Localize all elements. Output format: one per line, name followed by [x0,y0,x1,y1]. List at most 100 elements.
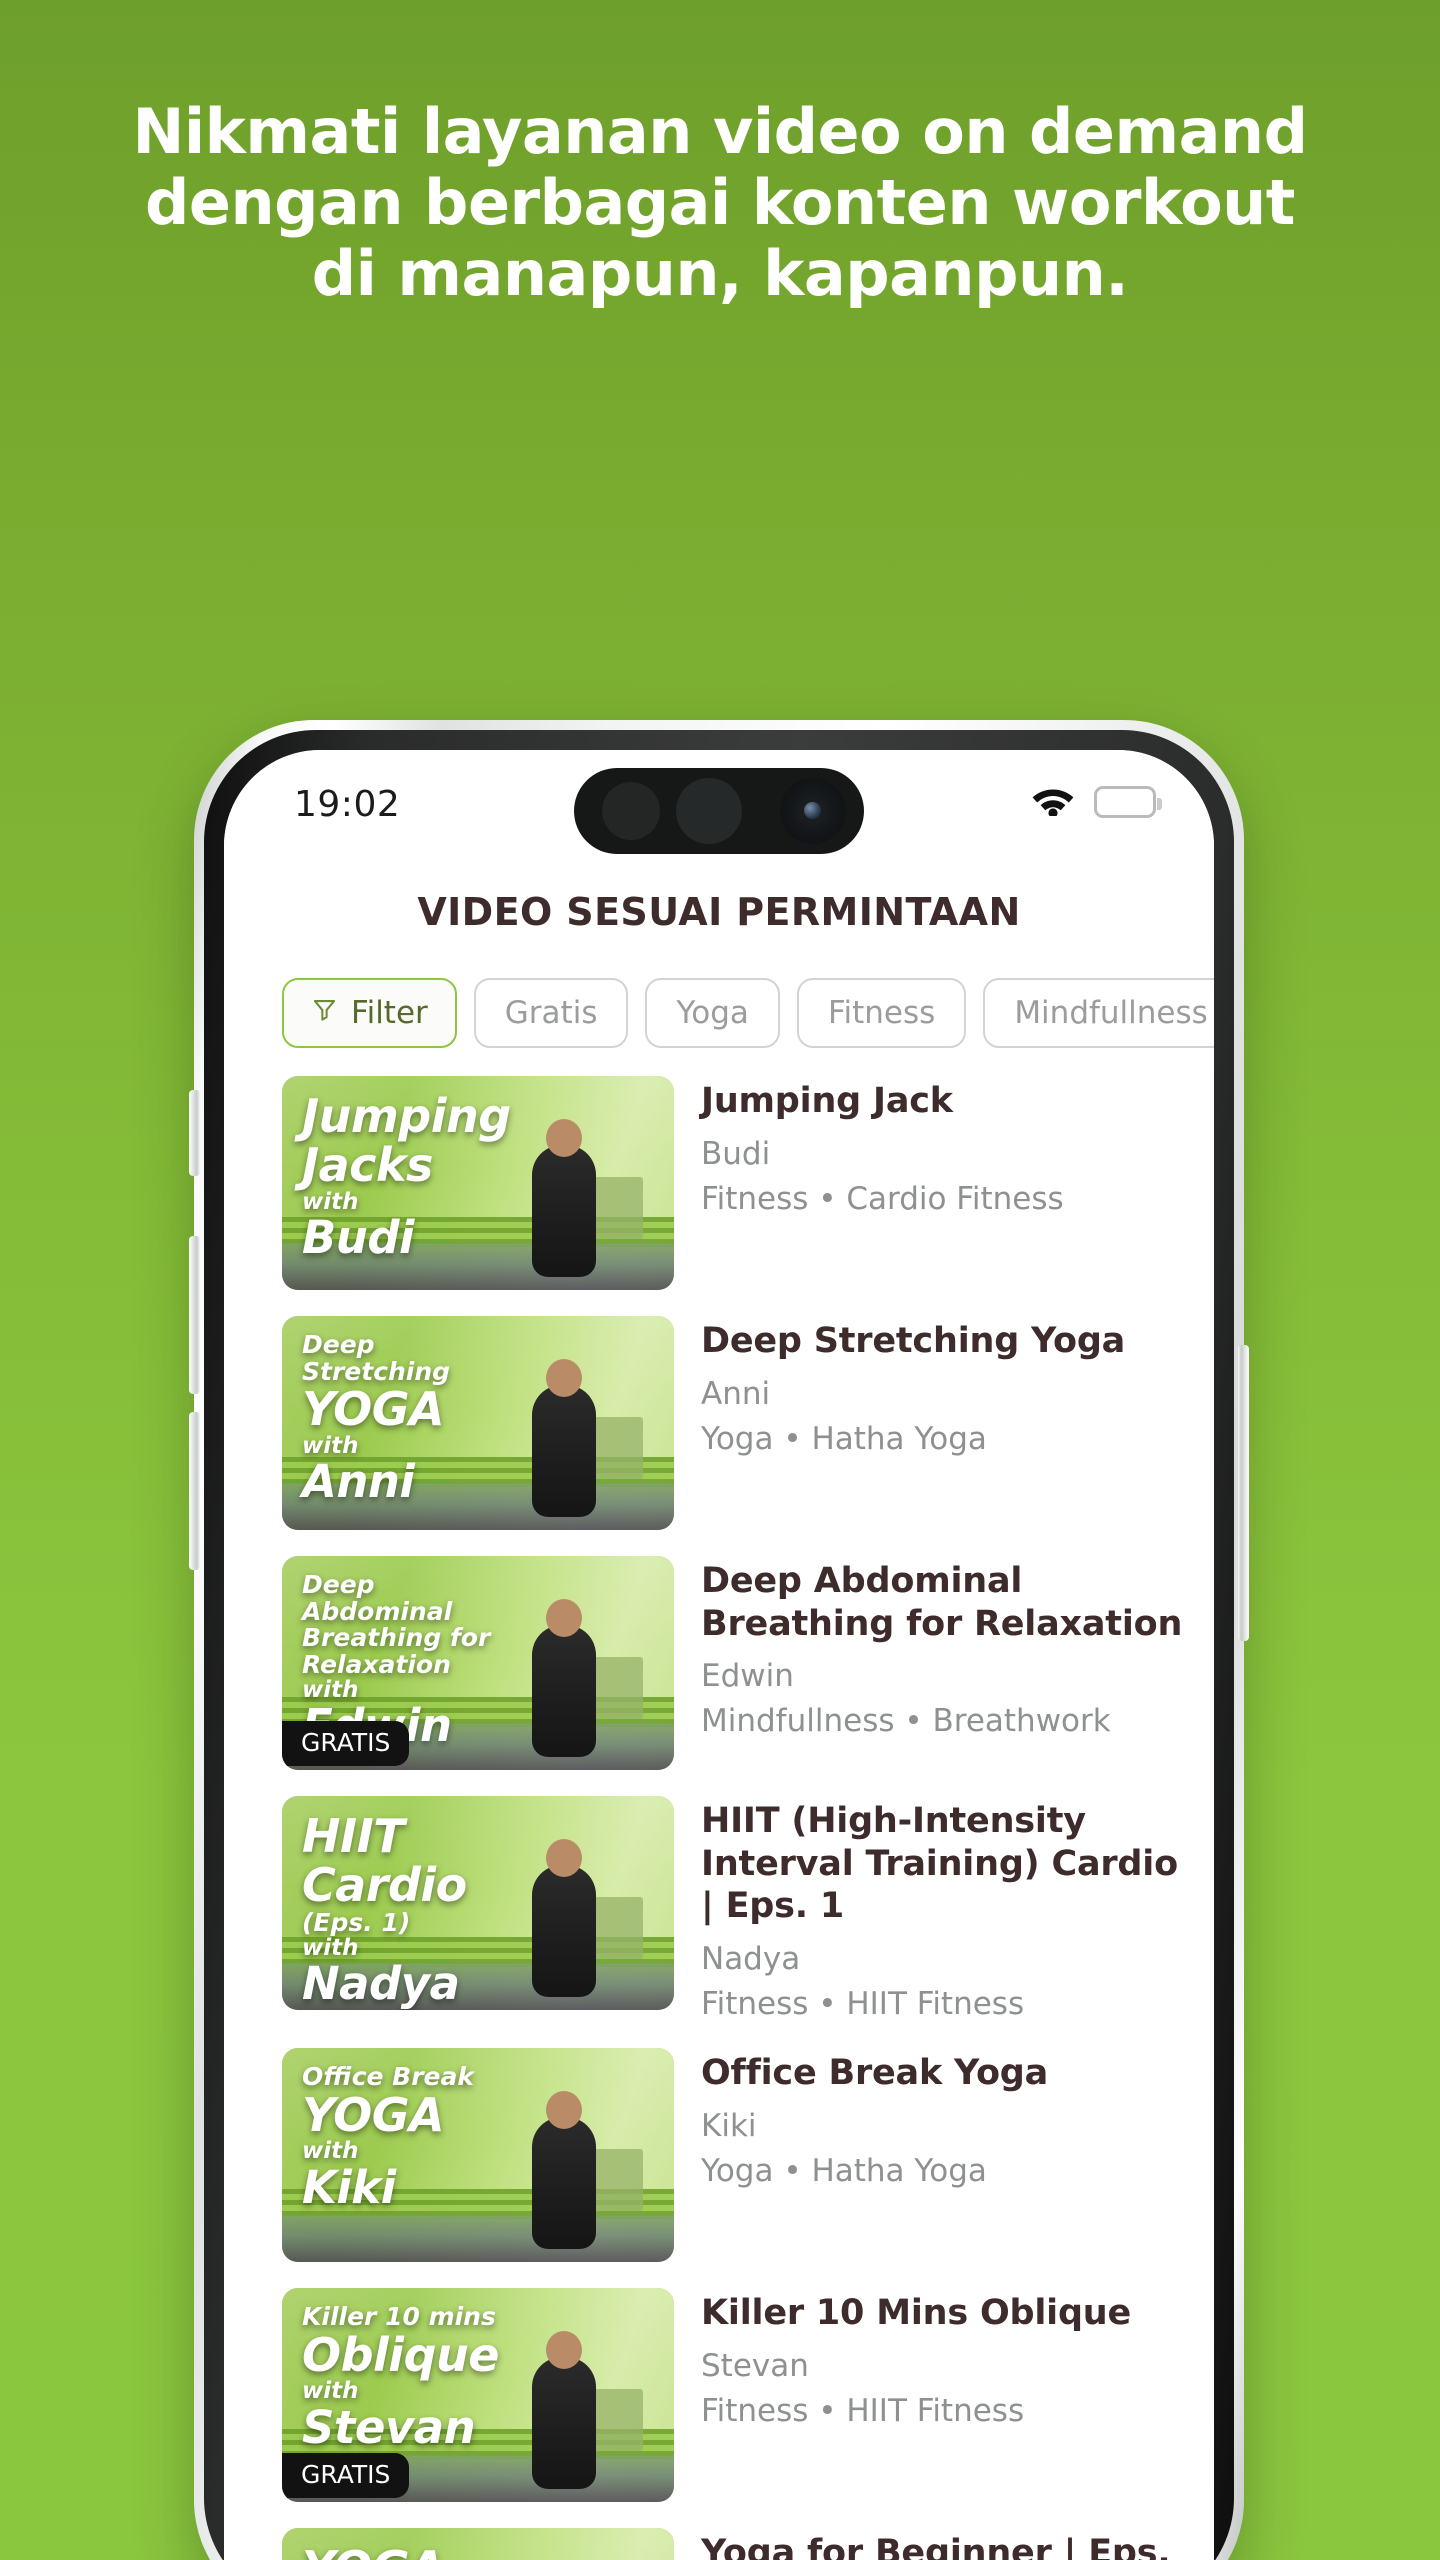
video-meta: HIIT (High-Intensity Interval Training) … [701,1796,1214,2022]
video-title: Jumping Jack [701,1081,953,1121]
thumbnail-caption-line2: Jacks [302,1137,433,1192]
face-id-sensor-icon [602,782,660,840]
filter-chip-row[interactable]: Filter Gratis Yoga Fitness Mindfullness … [224,944,1214,1076]
thumbnail-caption: Jumping Jacks with Budi [302,1089,511,1264]
thumbnail-caption-name: Budi [302,1210,414,1264]
video-thumbnail[interactable]: Office Break YOGA with Kiki [282,2048,674,2263]
video-thumbnail[interactable]: HIIT Cardio (Eps. 1) with Nadya [282,1796,674,2010]
wifi-icon [1030,782,1076,821]
dynamic-island [574,768,864,854]
filter-chip-mindfullness[interactable]: Mindfullness [983,978,1214,1048]
video-title: Deep Abdominal Breathing for Relaxation [701,1561,1183,1644]
thumbnail-person [531,2356,596,2490]
funnel-icon [311,995,338,1031]
thumbnail-caption-line1: Deep Stretching [302,1330,451,1386]
filter-button[interactable]: Filter [282,978,457,1048]
page-title: VIDEO SESUAI PERMINTAAN [417,890,1021,934]
thumbnail-person [531,1864,596,1998]
video-category: Yoga • Hatha Yoga [701,2152,987,2189]
volume-down-button[interactable] [189,1412,200,1570]
thumbnail-caption-line1: Killer 10 mins [302,2302,496,2332]
thumbnail-caption: YOGA [302,2544,502,2560]
video-list-item[interactable]: Jumping Jacks with Budi Jumping Jack Bud… [282,1076,1214,1316]
video-thumbnail[interactable]: Killer 10 mins Oblique with Stevan GRATI… [282,2288,674,2503]
thumbnail-caption-line1: Office Break [302,2062,475,2092]
phone-screen: 19:02 VIDEO SESUAI PERMINTAAN Filter Gra… [224,750,1214,2560]
video-author: Kiki [701,2107,757,2144]
video-thumbnail[interactable]: Deep Abdominal Breathing for Relaxation … [282,1556,674,1770]
thumbnail-person-head [545,1839,582,1878]
thumbnail-person [531,1624,596,1758]
video-title: HIIT (High-Intensity Interval Training) … [701,1801,1178,1927]
video-category: Mindfullness • Breathwork [701,1703,1111,1740]
video-category: Fitness • Cardio Fitness [701,1180,1064,1217]
video-title: Office Break Yoga [701,2053,1049,2094]
thumbnail-caption-line1: Jumping [302,1089,511,1143]
video-category: Fitness • HIIT Fitness [701,2392,1025,2429]
video-thumbnail[interactable]: Jumping Jacks with Budi [282,1076,674,1290]
video-title: Deep Stretching Yoga [701,1321,1126,1361]
filter-button-label: Filter [351,995,428,1031]
video-title: Yoga for Beginner | Eps. 1 [701,2533,1171,2560]
free-badge: GRATIS [282,1721,410,1766]
video-list-item[interactable]: Office Break YOGA with Kiki Office Break… [282,2048,1214,2288]
thumbnail-person-head [545,1599,582,1638]
video-author: Stevan [701,2347,809,2384]
thumbnail-caption: Office Break YOGA with Kiki [302,2064,502,2211]
thumbnail-person-head [545,1359,582,1398]
video-list-item[interactable]: Killer 10 mins Oblique with Stevan GRATI… [282,2288,1214,2528]
hero-headline-line-2: dengan berbagai konten workout [145,166,1295,240]
filter-chip-yoga[interactable]: Yoga [645,978,780,1048]
volume-up-button[interactable] [189,1236,200,1394]
status-bar-indicators [1030,782,1162,821]
free-badge: GRATIS [282,2453,410,2499]
proximity-sensor-icon [676,778,742,844]
video-meta: Killer 10 Mins Oblique Stevan Fitness • … [701,2288,1214,2502]
thumbnail-caption-line2: Oblique [302,2327,499,2382]
thumbnail-caption-line2: Breathing for Relaxation [302,1623,491,1679]
thumbnail-person [531,1384,596,1518]
promo-page: Nikmati layanan video on demand dengan b… [0,0,1440,2560]
thumbnail-caption-line1: HIIT Cardio [302,1809,467,1912]
thumbnail-caption-line2: YOGA [302,1382,445,1436]
front-camera-icon [780,778,846,844]
hero-headline: Nikmati layanan video on demand dengan b… [0,96,1440,309]
thumbnail-caption-name: Stevan [302,2400,476,2454]
filter-chip-gratis[interactable]: Gratis [473,978,629,1048]
video-author: Nadya [701,1941,801,1978]
thumbnail-caption-line2: YOGA [302,2087,445,2142]
filter-chip-fitness[interactable]: Fitness [796,978,967,1048]
thumbnail-caption: HIIT Cardio (Eps. 1) with Nadya [302,1812,502,2008]
video-author: Anni [701,1375,771,1412]
phone-mockup: 19:02 VIDEO SESUAI PERMINTAAN Filter Gra… [189,720,1249,2560]
video-thumbnail[interactable]: YOGA [282,2528,674,2560]
video-list: Jumping Jacks with Budi Jumping Jack Bud… [224,1076,1214,2560]
silent-switch[interactable] [189,1090,200,1176]
thumbnail-caption: Deep Stretching YOGA with Anni [302,1330,502,1506]
hero-headline-line-1: Nikmati layanan video on demand [132,95,1308,168]
thumbnail-caption: Killer 10 mins Oblique with Stevan [302,2304,502,2451]
status-bar: 19:02 [224,750,1214,862]
thumbnail-caption-line2: YOGA [302,2544,502,2560]
power-button[interactable] [1238,1345,1249,1641]
filter-chip-label: Gratis [504,995,598,1031]
video-list-item[interactable]: HIIT Cardio (Eps. 1) with Nadya HIIT (Hi… [282,1796,1214,2048]
video-title: Killer 10 Mins Oblique [701,2293,1132,2334]
battery-icon [1094,785,1162,818]
filter-chip-label: Yoga [676,995,749,1031]
thumbnail-caption-line1: Deep Abdominal [302,1570,453,1626]
thumbnail-person-head [545,2331,582,2370]
video-list-item[interactable]: YOGA Yoga for Beginner | Eps. 1 [282,2528,1214,2560]
video-list-item[interactable]: Deep Stretching YOGA with Anni Deep Stre… [282,1316,1214,1556]
thumbnail-floor [282,2214,674,2263]
filter-chip-label: Mindfullness [1014,995,1208,1031]
video-list-item[interactable]: Deep Abdominal Breathing for Relaxation … [282,1556,1214,1796]
video-meta: Jumping Jack Budi Fitness • Cardio Fitne… [701,1076,1214,1290]
video-thumbnail[interactable]: Deep Stretching YOGA with Anni [282,1316,674,1530]
thumbnail-person [531,2116,596,2250]
video-meta: Deep Abdominal Breathing for Relaxation … [701,1556,1214,1770]
video-category: Yoga • Hatha Yoga [701,1420,987,1457]
video-author: Edwin [701,1658,794,1695]
thumbnail-caption-name: Kiki [302,2160,396,2214]
video-meta: Deep Stretching Yoga Anni Yoga • Hatha Y… [701,1316,1214,1530]
